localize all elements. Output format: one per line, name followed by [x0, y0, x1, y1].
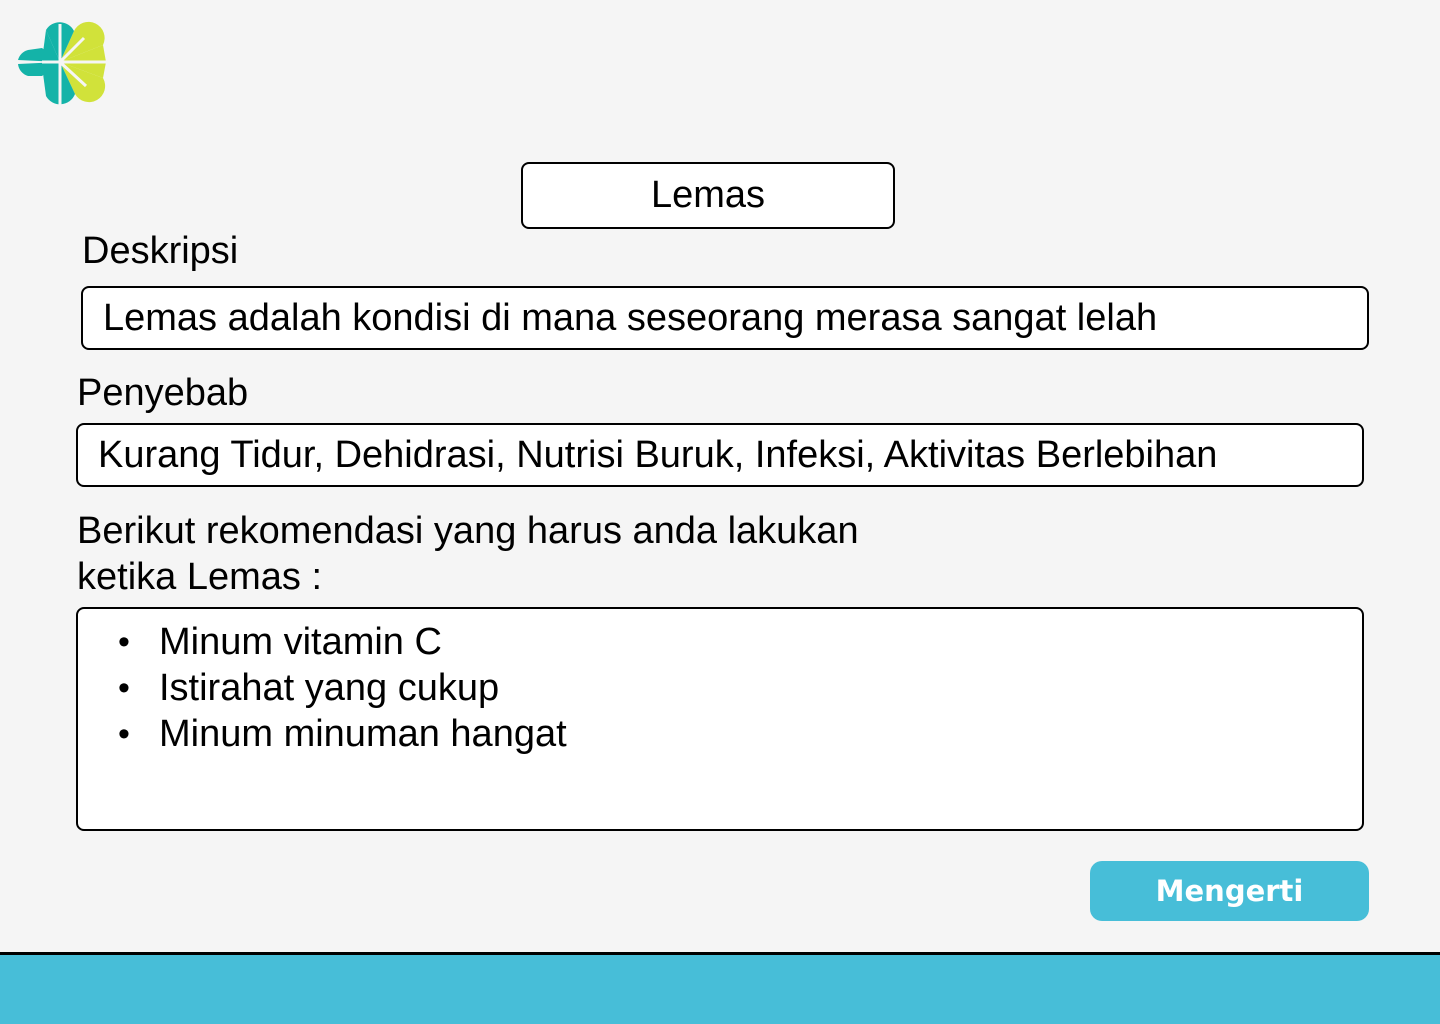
bullet-icon: •	[118, 669, 130, 707]
condition-title: Lemas	[521, 162, 895, 229]
recommendation-box: • Minum vitamin C • Istirahat yang cukup…	[76, 607, 1364, 831]
app-logo	[12, 14, 106, 112]
recommendation-list: • Minum vitamin C • Istirahat yang cukup…	[78, 609, 1362, 757]
recommendation-text: Minum minuman hangat	[159, 713, 567, 755]
recommendation-text: Minum vitamin C	[159, 621, 442, 663]
bullet-icon: •	[118, 715, 130, 753]
list-item: • Minum vitamin C	[118, 619, 1362, 665]
recommendation-heading-line2: ketika Lemas :	[77, 556, 322, 598]
description-field: Lemas adalah kondisi di mana seseorang m…	[81, 286, 1369, 350]
clover-cross-logo-icon	[18, 21, 106, 106]
cause-text: Kurang Tidur, Dehidrasi, Nutrisi Buruk, …	[98, 433, 1218, 476]
footer-bar	[0, 952, 1440, 1024]
bullet-icon: •	[118, 623, 130, 661]
list-item: • Minum minuman hangat	[118, 711, 1362, 757]
confirm-button[interactable]: Mengerti	[1090, 861, 1369, 921]
recommendation-text: Istirahat yang cukup	[159, 667, 500, 709]
description-label: Deskripsi	[82, 230, 239, 272]
description-text: Lemas adalah kondisi di mana seseorang m…	[103, 296, 1158, 339]
list-item: • Istirahat yang cukup	[118, 665, 1362, 711]
cause-label: Penyebab	[77, 372, 249, 414]
recommendation-heading-line1: Berikut rekomendasi yang harus anda laku…	[77, 510, 859, 552]
cause-field: Kurang Tidur, Dehidrasi, Nutrisi Buruk, …	[76, 423, 1364, 487]
